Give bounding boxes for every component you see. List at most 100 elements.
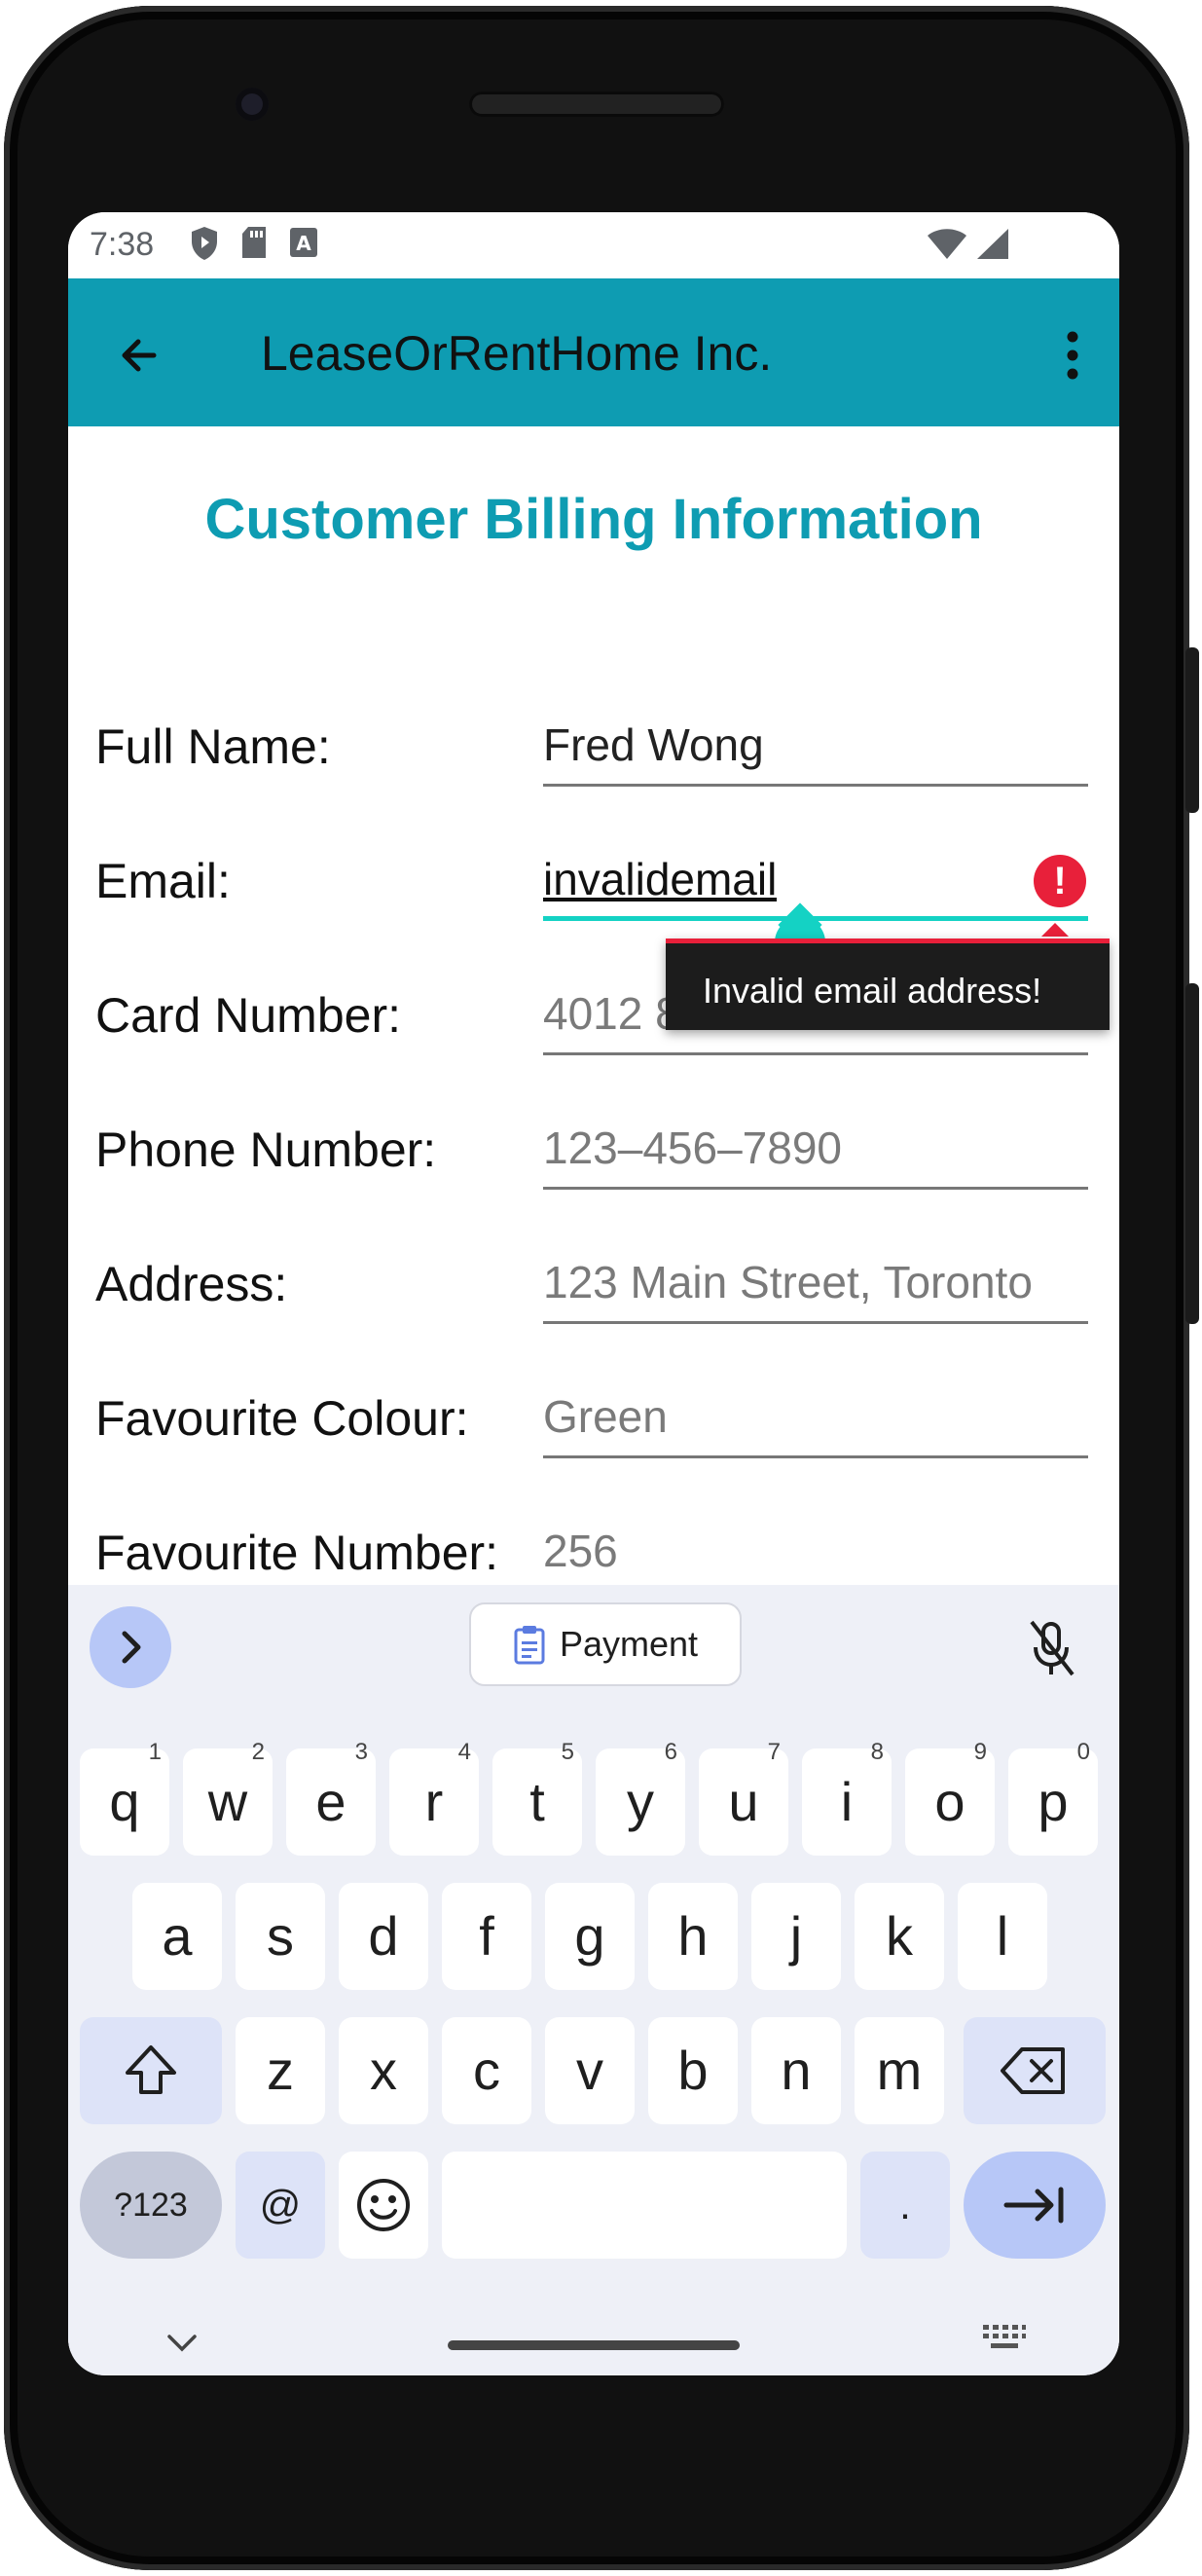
- shift-icon: [126, 2045, 176, 2094]
- key-x[interactable]: x: [339, 2017, 428, 2124]
- gesture-nav-handle[interactable]: [448, 2340, 740, 2350]
- key-y[interactable]: y6: [596, 1739, 685, 1856]
- status-time: 7:38: [90, 226, 155, 263]
- key-label: i: [840, 1771, 854, 1832]
- back-button[interactable]: [107, 321, 175, 389]
- key-hint: 5: [561, 1739, 574, 1765]
- key-d[interactable]: d: [339, 1883, 428, 1990]
- key-label: o: [934, 1771, 965, 1832]
- app-title: LeaseOrRentHome Inc.: [261, 326, 773, 381]
- key-w[interactable]: w2: [183, 1739, 273, 1856]
- key-label: e: [315, 1771, 346, 1832]
- app-bar: LeaseOrRentHome Inc.: [68, 278, 1119, 426]
- key-o[interactable]: o9: [905, 1739, 995, 1856]
- at-key[interactable]: @: [236, 2152, 325, 2259]
- mic-off-icon: [1030, 1620, 1075, 1676]
- backspace-key[interactable]: [964, 2017, 1106, 2124]
- key-label: r: [424, 1771, 444, 1832]
- key-j[interactable]: j: [751, 1883, 841, 1990]
- key-g[interactable]: g: [545, 1883, 635, 1990]
- chevron-down-icon: [167, 2335, 197, 2352]
- keyboard-expand-button[interactable]: [90, 1606, 171, 1688]
- key-u[interactable]: u7: [699, 1739, 788, 1856]
- status-bar: 7:38 A: [68, 212, 1119, 278]
- svg-text:A: A: [296, 232, 311, 255]
- space-key[interactable]: [442, 2152, 847, 2259]
- favourite-colour-label: Favourite Colour:: [95, 1391, 469, 1446]
- key-h[interactable]: h: [648, 1883, 738, 1990]
- phone-number-field[interactable]: 123–456–7890: [543, 1112, 1088, 1190]
- full-name-value: Fred Wong: [543, 719, 764, 770]
- emoji-key[interactable]: [339, 2152, 428, 2259]
- arrow-back-icon: [122, 339, 157, 372]
- favourite-colour-field[interactable]: Green: [543, 1380, 1088, 1458]
- key-label: q: [109, 1771, 140, 1832]
- shift-key[interactable]: [80, 2017, 222, 2124]
- clipboard-suggestion-chip[interactable]: Payment: [469, 1602, 742, 1686]
- phone-number-label: Phone Number:: [95, 1122, 437, 1177]
- symbols-key[interactable]: ?123: [80, 2152, 222, 2259]
- key-label: w: [207, 1771, 248, 1832]
- text-a-icon: A: [290, 228, 317, 257]
- key-f[interactable]: f: [442, 1883, 531, 1990]
- status-icons-right: [927, 228, 1010, 261]
- key-t[interactable]: t5: [492, 1739, 582, 1856]
- more-vert-icon: [1067, 331, 1078, 380]
- earpiece-speaker: [469, 92, 724, 117]
- full-name-label: Full Name:: [95, 719, 331, 774]
- tab-next-key[interactable]: [964, 2152, 1106, 2259]
- key-hint: 6: [664, 1739, 677, 1765]
- suggestion-label: Payment: [559, 1624, 699, 1664]
- favourite-colour-placeholder: Green: [543, 1391, 668, 1442]
- favourite-number-field[interactable]: 256: [543, 1515, 1088, 1593]
- address-field[interactable]: 123 Main Street, Toronto: [543, 1246, 1088, 1324]
- key-p[interactable]: p0: [1008, 1739, 1098, 1856]
- mic-off-button[interactable]: [1022, 1614, 1080, 1682]
- key-b[interactable]: b: [648, 2017, 738, 2124]
- shield-play-icon: [192, 227, 217, 260]
- key-r[interactable]: r4: [389, 1739, 479, 1856]
- status-icons-left: A: [190, 226, 318, 261]
- form-row-full-name: Full Name: Fred Wong: [68, 718, 1119, 826]
- front-camera: [236, 88, 269, 121]
- key-a[interactable]: a: [132, 1883, 222, 1990]
- key-hint: 2: [251, 1739, 265, 1765]
- favourite-number-label: Favourite Number:: [95, 1526, 499, 1580]
- form-row-address: Address: 123 Main Street, Toronto: [68, 1256, 1119, 1363]
- emoji-icon: [357, 2179, 410, 2231]
- clipboard-icon: [514, 1626, 545, 1665]
- key-e[interactable]: e3: [286, 1739, 376, 1856]
- email-field[interactable]: invalidemail: [543, 843, 1088, 921]
- key-v[interactable]: v: [545, 2017, 635, 2124]
- key-i[interactable]: i8: [802, 1739, 892, 1856]
- key-k[interactable]: k: [855, 1883, 944, 1990]
- key-q[interactable]: q1: [80, 1739, 169, 1856]
- key-label: t: [529, 1771, 545, 1832]
- key-hint: 1: [148, 1739, 162, 1765]
- hide-keyboard-button[interactable]: [165, 2329, 199, 2362]
- key-z[interactable]: z: [236, 2017, 325, 2124]
- overflow-menu-button[interactable]: [1053, 321, 1092, 389]
- email-label: Email:: [95, 854, 231, 908]
- key-c[interactable]: c: [442, 2017, 531, 2124]
- keyboard-icon: [983, 2325, 1026, 2348]
- key-m[interactable]: m: [855, 2017, 944, 2124]
- key-n[interactable]: n: [751, 2017, 841, 2124]
- key-hint: 3: [354, 1739, 368, 1765]
- form-row-phone-number: Phone Number: 123–456–7890: [68, 1122, 1119, 1229]
- power-button: [1185, 647, 1199, 813]
- favourite-number-placeholder: 256: [543, 1526, 618, 1576]
- keyboard-switch-button[interactable]: [981, 2323, 1028, 2359]
- volume-button: [1185, 983, 1199, 1324]
- soft-keyboard: Payment q1 w2 e3 r4 t5 y6 u7 i8 o9 p0 a …: [68, 1585, 1119, 2375]
- email-value: invalidemail: [543, 854, 778, 904]
- period-key[interactable]: .: [860, 2152, 950, 2259]
- key-hint: 9: [973, 1739, 987, 1765]
- key-label: u: [728, 1771, 759, 1832]
- key-s[interactable]: s: [236, 1883, 325, 1990]
- screen: 7:38 A LeaseOrRentHome Inc. Customer Bil…: [68, 212, 1119, 2375]
- full-name-field[interactable]: Fred Wong: [543, 709, 1088, 787]
- address-placeholder: 123 Main Street, Toronto: [543, 1257, 1033, 1307]
- key-l[interactable]: l: [958, 1883, 1047, 1990]
- card-number-label: Card Number:: [95, 988, 401, 1043]
